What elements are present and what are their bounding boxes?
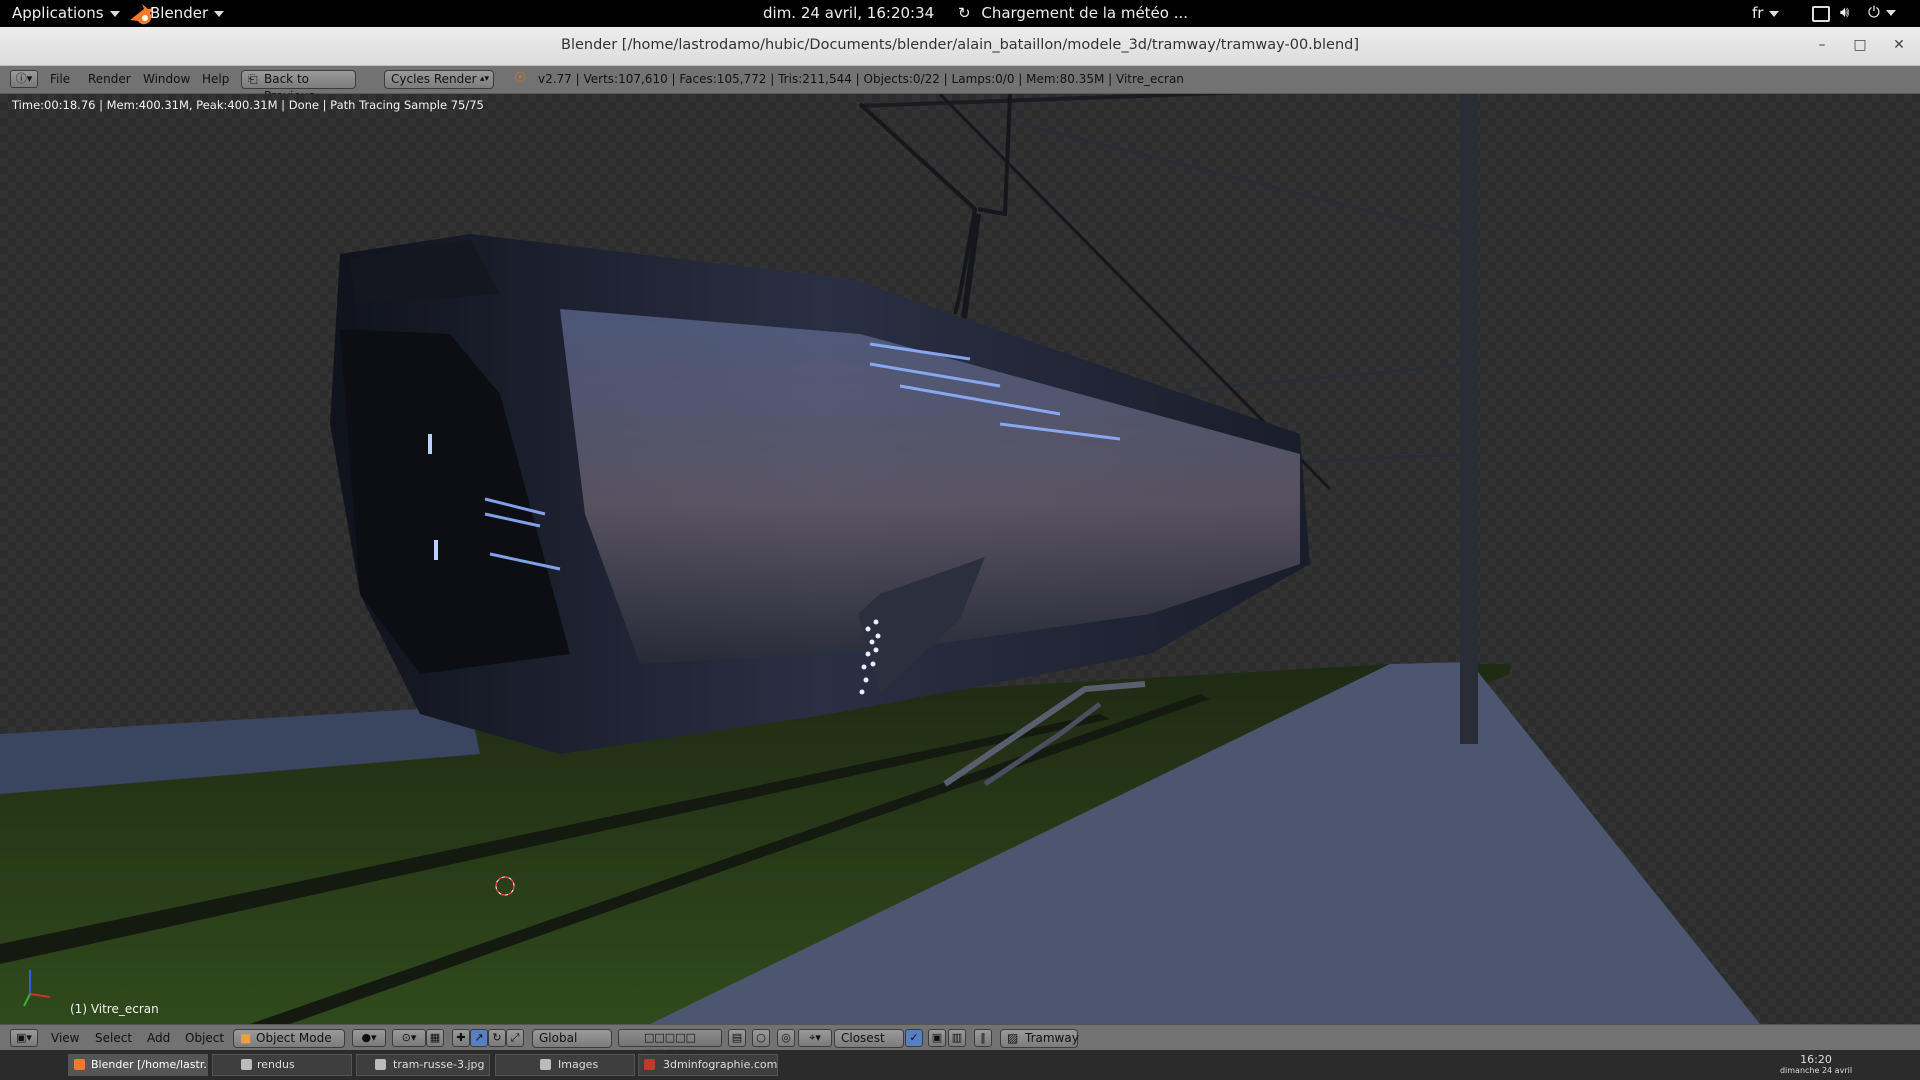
render-anim-icon[interactable]: ▥	[948, 1029, 966, 1047]
menu-object[interactable]: Object	[185, 1031, 224, 1045]
folder-icon	[540, 1059, 551, 1070]
cube-icon: ■	[240, 1031, 252, 1045]
menu-help[interactable]: Help	[202, 72, 229, 86]
translate-icon[interactable]: ↗	[470, 1029, 488, 1047]
layers-grid[interactable]: □□□□□ □□□□□	[618, 1029, 722, 1060]
snap-target-value: Closest	[841, 1031, 885, 1045]
render-viewport[interactable]: Time:00:18.76 | Mem:400.31M, Peak:400.31…	[0, 94, 1920, 1024]
render-engine-select[interactable]: Cycles Render ▴▾	[384, 70, 494, 89]
task-filezilla[interactable]: 3dminfographie.com...	[638, 1054, 778, 1076]
snap-element-icon[interactable]: ⌖▾	[798, 1029, 832, 1047]
taskbar-clock[interactable]: 16:20 dimanche 24 avril	[1775, 1053, 1857, 1076]
task-label: rendus	[257, 1058, 295, 1071]
window-icon[interactable]	[1812, 6, 1830, 22]
applications-label: Applications	[12, 4, 104, 22]
render-status: Time:00:18.76 | Mem:400.31M, Peak:400.31…	[12, 98, 484, 112]
scale-icon[interactable]: ⤢	[506, 1029, 524, 1047]
scene-value: Tramway	[1025, 1031, 1079, 1045]
app-name: Blender	[150, 4, 209, 22]
scene-icon: ▨	[1007, 1031, 1019, 1045]
image-icon	[375, 1059, 386, 1070]
system-top-bar: Applications Blender dim. 24 avril, 16:2…	[0, 0, 1920, 27]
task-label: tram-russe-3.jpg	[393, 1058, 485, 1071]
manipulator-icon[interactable]: ✚	[452, 1029, 470, 1047]
refresh-icon: ↻	[958, 4, 971, 22]
window-title: Blender [/home/lastrodamo/hubic/Document…	[561, 37, 1359, 53]
mode-value: Object Mode	[256, 1031, 332, 1045]
menu-file[interactable]: File	[50, 72, 70, 86]
rotate-icon[interactable]: ↻	[488, 1029, 506, 1047]
task-label: Blender [/home/lastr...	[91, 1058, 208, 1071]
pivot-point-icon[interactable]: ⊙▾	[392, 1029, 426, 1047]
app-menu-blender[interactable]: Blender	[150, 4, 225, 22]
task-label: 3dminfographie.com...	[663, 1058, 778, 1071]
scene-select[interactable]: ▨ Tramway	[1000, 1029, 1079, 1048]
menu-select[interactable]: Select	[95, 1031, 132, 1045]
menu-view[interactable]: View	[51, 1031, 79, 1045]
task-blender[interactable]: Blender [/home/lastr...	[68, 1054, 208, 1076]
snap-target-select[interactable]: Closest	[834, 1029, 904, 1048]
language-label: fr	[1752, 4, 1764, 22]
task-image-viewer[interactable]: tram-russe-3.jpg	[356, 1054, 490, 1076]
editor-type-icon[interactable]: ▣▾	[10, 1029, 38, 1047]
menu-window[interactable]: Window	[143, 72, 190, 86]
language-selector[interactable]: fr	[1752, 4, 1780, 22]
blender-icon	[74, 1059, 85, 1070]
task-rendus[interactable]: rendus	[212, 1054, 352, 1076]
clock[interactable]: dim. 24 avril, 16:20:34	[763, 4, 934, 22]
window-title-bar: Blender [/home/lastrodamo/hubic/Document…	[0, 27, 1920, 66]
menu-add[interactable]: Add	[147, 1031, 170, 1045]
editor-type-icon[interactable]: ⓘ▾	[10, 70, 38, 88]
weather-widget[interactable]: ↻ Chargement de la météo ...	[958, 4, 1188, 22]
folder-icon	[241, 1059, 252, 1070]
lock-layers-icon[interactable]: ▤	[728, 1029, 746, 1047]
menu-render[interactable]: Render	[88, 72, 131, 86]
taskbar: Blender [/home/lastr... rendus tram-russ…	[0, 1050, 1920, 1080]
back-to-previous-button[interactable]: ⎗ Back to Previous	[241, 70, 356, 103]
active-object-label: (1) Vitre_ecran	[70, 1002, 159, 1016]
orientation-value: Global	[539, 1031, 578, 1045]
snap-toggle-icon[interactable]: ✓	[905, 1029, 923, 1047]
transform-orientation-select[interactable]: Global	[532, 1029, 612, 1048]
render-engine-value: Cycles Render	[391, 72, 477, 86]
task-label: Images	[558, 1058, 599, 1071]
proportional-edit-icon[interactable]: ○	[752, 1029, 770, 1047]
task-images[interactable]: Images	[495, 1054, 635, 1076]
updown-icon: ▴▾	[479, 74, 489, 84]
view3d-header: ▣▾ View Select Add Object ■ Object Mode …	[0, 1024, 1920, 1060]
applications-menu[interactable]: Applications	[12, 4, 120, 22]
opengl-render-icon[interactable]: ‖	[974, 1029, 992, 1047]
maximize-button[interactable]: □	[1849, 35, 1871, 55]
viewport-shading-icon[interactable]: ●▾	[352, 1029, 386, 1047]
info-header: ⓘ▾ File Render Window Help ⎗ Back to Pre…	[0, 66, 1920, 103]
close-button[interactable]: ✕	[1888, 35, 1910, 55]
mode-select[interactable]: ■ Object Mode	[233, 1029, 345, 1048]
minimize-button[interactable]: –	[1811, 35, 1833, 55]
taskbar-date: dimanche 24 avril	[1779, 1066, 1853, 1075]
back-icon: ⎗	[248, 72, 258, 86]
render-image-icon[interactable]: ▣	[928, 1029, 946, 1047]
weather-status: Chargement de la météo ...	[981, 4, 1189, 22]
taskbar-time: 16:20	[1800, 1053, 1832, 1066]
scene-stats: v2.77 | Verts:107,610 | Faces:105,772 | …	[538, 72, 1184, 86]
tram-render-image	[0, 94, 1760, 1024]
falloff-icon[interactable]: ◎	[777, 1029, 795, 1047]
layer-toggle-icon[interactable]: ▦	[426, 1029, 444, 1047]
power-icon[interactable]: ⏻	[1868, 3, 1896, 21]
filezilla-icon	[644, 1059, 655, 1070]
blender-icon: ☉	[514, 70, 527, 86]
volume-icon[interactable]: 🔊︎	[1840, 3, 1849, 21]
